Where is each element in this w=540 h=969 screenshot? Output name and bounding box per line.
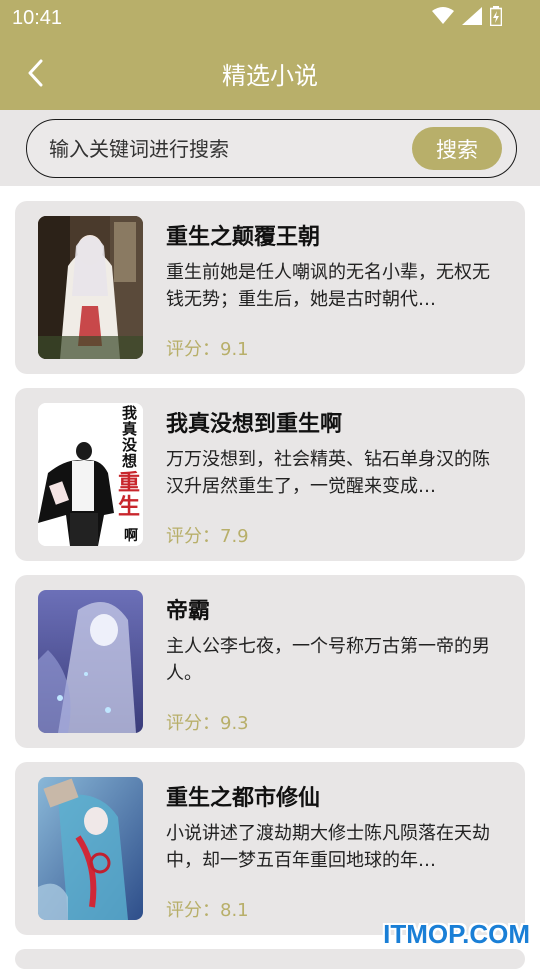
- book-title: 重生之颠覆王朝: [166, 219, 506, 251]
- book-card[interactable]: 帝霸 主人公李七夜，一个号称万古第一帝的男人。 评分：9.3: [15, 575, 525, 748]
- book-description: 万万没想到，社会精英、钻石单身汉的陈汉升居然重生了，一觉醒来变成…: [166, 446, 506, 500]
- status-time: 10:41: [12, 7, 62, 30]
- search-button[interactable]: 搜索: [412, 127, 502, 170]
- book-cover: [38, 777, 143, 920]
- search-area: 搜索: [0, 110, 540, 186]
- book-card[interactable]: [15, 949, 525, 969]
- cover-title-top: 我真没想: [122, 405, 142, 469]
- watermark: ITMOP.COM: [383, 919, 530, 950]
- book-list[interactable]: 重生之颠覆王朝 重生前她是任人嘲讽的无名小辈，无权无钱无势；重生后，她是古时朝代…: [0, 186, 540, 960]
- battery-icon: [490, 6, 502, 26]
- search-input[interactable]: [49, 134, 399, 164]
- book-rating: 评分：7.9: [166, 522, 249, 548]
- signal-icon: [462, 7, 482, 25]
- status-icons: [432, 6, 502, 26]
- book-cover: [38, 590, 143, 733]
- book-description: 主人公李七夜，一个号称万古第一帝的男人。: [166, 633, 506, 687]
- book-description: 小说讲述了渡劫期大修士陈凡陨落在天劫中，却一梦五百年重回地球的年…: [166, 820, 506, 874]
- book-cover: 我真没想 重生 啊: [38, 403, 143, 546]
- book-title: 我真没想到重生啊: [166, 406, 506, 438]
- search-box: 搜索: [26, 119, 517, 178]
- book-rating: 评分：9.3: [166, 709, 249, 735]
- book-description: 重生前她是任人嘲讽的无名小辈，无权无钱无势；重生后，她是古时朝代…: [166, 259, 506, 313]
- book-cover: [38, 216, 143, 359]
- book-card[interactable]: 重生之颠覆王朝 重生前她是任人嘲讽的无名小辈，无权无钱无势；重生后，她是古时朝代…: [15, 201, 525, 374]
- page-title: 精选小说: [0, 56, 540, 91]
- cover-title-bottom: 啊: [124, 525, 142, 545]
- app-header: 10:41 精选小说: [0, 0, 540, 110]
- book-rating: 评分：8.1: [166, 896, 249, 922]
- book-card[interactable]: 我真没想 重生 啊 我真没想到重生啊 万万没想到，社会精英、钻石单身汉的陈汉升居…: [15, 388, 525, 561]
- book-rating: 评分：9.1: [166, 335, 249, 361]
- status-bar: 10:41: [0, 0, 540, 36]
- book-card[interactable]: 重生之都市修仙 小说讲述了渡劫期大修士陈凡陨落在天劫中，却一梦五百年重回地球的年…: [15, 762, 525, 935]
- book-title: 重生之都市修仙: [166, 780, 506, 812]
- cover-title-red: 重生: [118, 471, 142, 519]
- book-title: 帝霸: [166, 593, 506, 625]
- wifi-icon: [432, 7, 454, 25]
